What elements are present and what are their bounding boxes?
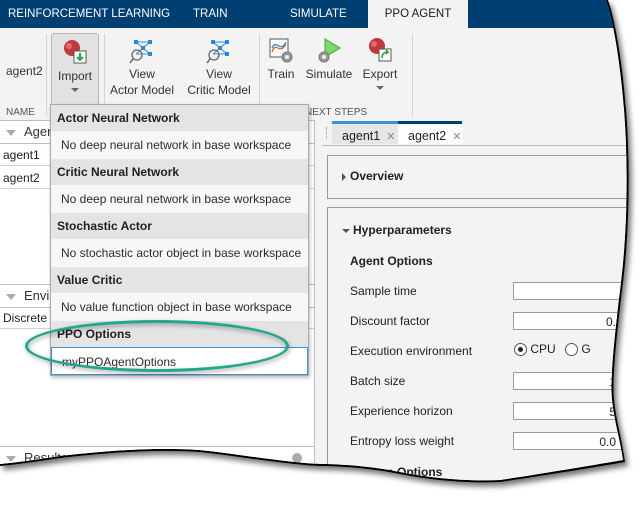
view-critic-label-1: View (206, 67, 232, 81)
view-critic-model-button[interactable]: View Critic Model (183, 34, 255, 98)
network-view-icon (205, 36, 233, 64)
collapse-icon (6, 294, 16, 300)
menu-section-header: Critic Neural Network (51, 159, 308, 185)
highlight-annotation-ellipse (25, 320, 289, 372)
batch-size-field[interactable]: 1 (513, 372, 623, 390)
tab-simulate[interactable]: SIMULATE (290, 0, 347, 28)
import-button[interactable]: Import (51, 33, 99, 109)
tab-reinforcement-learning[interactable]: REINFORCEMENT LEARNING (8, 0, 170, 28)
view-actor-model-button[interactable]: View Actor Model (106, 34, 178, 98)
chevron-down-icon (71, 88, 79, 92)
entropy-loss-weight-field[interactable]: 0.0 (513, 432, 623, 450)
radio-cpu-label: CPU (530, 342, 556, 356)
menu-item[interactable]: No stochastic actor object in base works… (51, 239, 308, 267)
collapse-icon (342, 229, 350, 233)
train-icon (267, 36, 295, 64)
radio-gpu[interactable]: G (565, 342, 591, 356)
network-view-icon (128, 36, 156, 64)
execution-environment-radios: CPU G (514, 342, 591, 356)
menu-section-header: Value Critic (51, 267, 308, 293)
execution-environment-label: Execution environment (350, 344, 473, 358)
train-label: Train (267, 67, 295, 81)
train-button[interactable]: Train (264, 34, 298, 82)
radio-selected-icon (514, 343, 527, 356)
discount-factor-field[interactable]: 0. (513, 312, 623, 330)
tab-ppo-agent[interactable]: PPO AGENT (368, 0, 468, 28)
view-critic-label-2: Critic Model (187, 83, 251, 97)
entropy-loss-weight-label: Entropy loss weight (350, 434, 455, 448)
next-steps-group-label: NEXT STEPS (305, 107, 368, 118)
menu-section-header: Actor Neural Network (51, 105, 308, 131)
view-actor-label-2: Actor Model (109, 83, 175, 97)
collapse-icon (354, 471, 362, 475)
radio-cpu[interactable]: CPU (514, 342, 556, 356)
discount-factor-label: Discount factor (350, 314, 431, 328)
agent-name-field[interactable]: agent2 (6, 63, 43, 79)
collapse-icon (6, 456, 16, 462)
expand-icon (342, 173, 346, 181)
import-icon (61, 38, 89, 66)
simulate-button[interactable]: Simulate (304, 34, 354, 82)
overview-label: Overview (350, 169, 404, 183)
torn-page-shadow: REINFORCEMENT LEARNING TRAIN SIMULATE PP… (0, 0, 643, 506)
app-window: REINFORCEMENT LEARNING TRAIN SIMULATE PP… (0, 0, 643, 506)
simulate-play-icon (315, 36, 343, 64)
menu-item[interactable]: No deep neural network in base workspace (51, 131, 308, 159)
doc-tab-label: agent1 (342, 129, 381, 143)
ribbon-separator (46, 34, 47, 116)
overview-toggle[interactable]: Overview (342, 169, 403, 183)
export-label: Export (362, 67, 398, 81)
agent-options-heading: Agent Options (350, 254, 433, 268)
simulate-label: Simulate (305, 67, 353, 81)
ribbon-separator (412, 34, 413, 116)
results-options-icon[interactable] (292, 453, 302, 463)
experience-horizon-field[interactable]: 5 (513, 402, 623, 420)
menu-section-header: Stochastic Actor (51, 213, 308, 239)
toolstrip-tabbar: REINFORCEMENT LEARNING TRAIN SIMULATE PP… (0, 0, 643, 28)
experience-horizon-label: Experience horizon (350, 404, 453, 418)
document-tabbar: agent1 ✕ agent2 ✕ (322, 121, 643, 146)
more-options-label: More Options (365, 465, 443, 479)
menu-item[interactable]: No deep neural network in base workspace (51, 185, 308, 213)
radio-unselected-icon (565, 343, 578, 356)
close-icon[interactable]: ✕ (386, 131, 395, 143)
import-label: Import (57, 69, 92, 83)
sample-time-label: Sample time (350, 284, 417, 298)
close-icon[interactable]: ✕ (452, 131, 461, 143)
tab-train[interactable]: TRAIN (193, 0, 228, 28)
hyperparameters-label: Hyperparameters (353, 223, 452, 237)
menu-item[interactable]: No value function object in base workspa… (51, 293, 308, 321)
export-icon (366, 36, 394, 64)
view-actor-label-1: View (129, 67, 155, 81)
doc-tab-agent1[interactable]: agent1 ✕ (332, 121, 398, 144)
sample-time-field[interactable] (513, 282, 623, 300)
name-group-label: NAME (6, 107, 35, 118)
batch-size-label: Batch size (350, 374, 406, 388)
collapse-icon (6, 130, 16, 136)
hyperparameters-toggle[interactable]: Hyperparameters (342, 223, 452, 237)
doc-tab-agent2[interactable]: agent2 ✕ (398, 121, 462, 144)
chevron-down-icon (376, 86, 384, 90)
export-button[interactable]: Export (360, 34, 400, 90)
radio-gpu-label: G (581, 342, 591, 356)
doc-tab-label: agent2 (408, 129, 447, 143)
